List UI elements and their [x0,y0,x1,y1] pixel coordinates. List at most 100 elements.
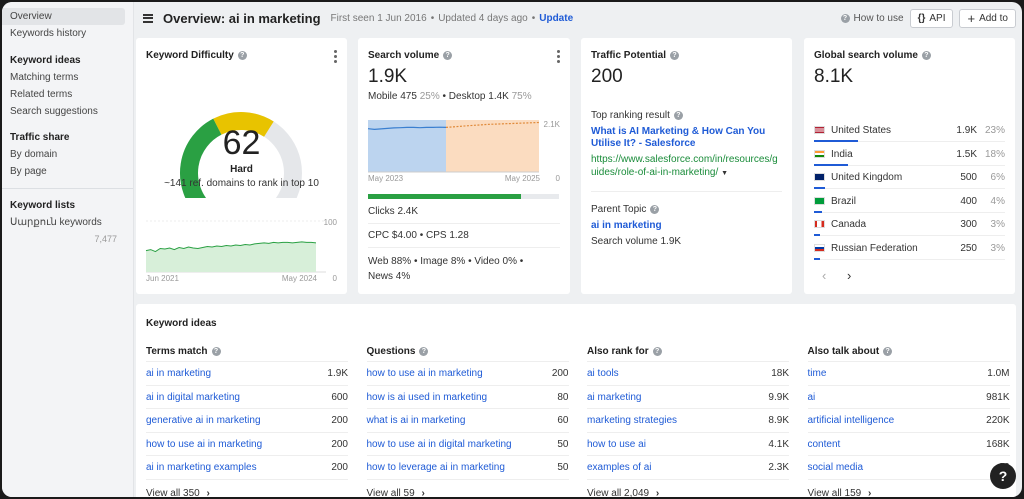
keyword-idea-row[interactable]: ai in marketing 1.9K [146,362,348,386]
api-button[interactable]: {} API [909,8,954,28]
keyword-idea-row[interactable]: artificial intelligence 220K [807,409,1010,433]
more-options-icon[interactable] [334,50,337,63]
tp-top-result-url-wrap[interactable]: https://www.salesforce.com/in/resources/… [591,153,781,180]
keyword-idea-row[interactable]: time 1.0M [807,362,1010,386]
keyword-idea-row[interactable]: ai 981K [807,386,1010,409]
keyword-idea-link[interactable]: content [808,433,841,456]
update-link[interactable]: Update [539,13,573,24]
view-all-label: View all 2,049 [587,487,650,498]
help-button[interactable]: ? [990,463,1016,489]
keyword-idea-link[interactable]: how to use ai [587,433,646,456]
keyword-idea-link[interactable]: ai in marketing [146,362,211,385]
keyword-idea-row[interactable]: generative ai in marketing 200 [146,409,348,433]
sidebar-heading-keyword-lists[interactable]: Keyword lists [2,197,133,214]
sidebar-item-search-suggestions[interactable]: Search suggestions [2,103,133,120]
sidebar-item-by-domain[interactable]: By domain [2,146,133,163]
country-row[interactable]: Russian Federation 250 3% [814,238,1005,260]
hamburger-menu-icon[interactable] [143,13,153,23]
sidebar-item-keyword-list[interactable]: Սարքուն keywords 7,477 [2,214,133,244]
add-to-button[interactable]: + Add to [959,8,1016,28]
ki-column-head: Terms match? [146,342,348,362]
keyword-idea-link[interactable]: how to use ai in marketing [146,433,262,456]
country-row[interactable]: India 1.5K 18% [814,144,1005,166]
help-circle-icon[interactable]: ? [673,111,683,120]
help-circle-icon[interactable]: ? [650,205,660,214]
keyword-idea-link[interactable]: what is ai in marketing [367,409,466,432]
help-circle-icon[interactable]: ? [921,51,931,60]
country-pct: 3% [990,242,1005,254]
keyword-idea-link[interactable]: how to use ai in digital marketing [367,433,512,456]
view-all-link[interactable]: View all 59 › [367,480,569,498]
keyword-idea-row[interactable]: examples of ai 2.3K [587,456,789,480]
keyword-idea-row[interactable]: how to leverage ai in marketing 50 [366,456,569,480]
keyword-idea-link[interactable]: generative ai in marketing [146,409,261,432]
help-circle-icon[interactable]: ? [652,347,662,356]
keyword-idea-row[interactable]: how is ai used in marketing 80 [366,386,569,409]
country-name: Brazil [831,195,857,207]
keyword-idea-row[interactable]: ai tools 18K [587,362,789,386]
keyword-idea-link[interactable]: ai in marketing examples [146,456,257,479]
keyword-idea-volume: 60 [557,415,569,426]
kd-chart-min: 0 [332,274,337,283]
keyword-idea-row[interactable]: marketing strategies 8.9K [587,409,789,433]
country-row[interactable]: United Kingdom 500 6% [814,167,1005,189]
help-circle-icon[interactable]: ? [883,347,893,356]
keyword-idea-link[interactable]: artificial intelligence [808,409,895,432]
keyword-idea-row[interactable]: social media16 [807,456,1010,480]
keyword-idea-link[interactable]: how to use ai in marketing [367,362,483,385]
sidebar-item-overview[interactable]: Overview [2,8,125,25]
help-circle-icon[interactable]: ? [237,51,247,60]
country-row[interactable]: Canada 300 3% [814,214,1005,236]
chevron-left-icon[interactable]: ‹ [822,268,826,283]
country-name: United Kingdom [831,172,903,183]
help-circle-icon[interactable]: ? [419,347,429,356]
kd-chart-max: 100 [323,218,337,227]
view-all-link[interactable]: View all 159 › [808,480,1010,498]
keyword-idea-link[interactable]: ai [808,386,816,409]
keyword-idea-row[interactable]: how to use ai in digital marketing 50 [366,433,569,456]
keyword-idea-row[interactable]: ai marketing 9.9K [587,386,789,409]
more-options-icon[interactable] [557,50,560,63]
chevron-down-icon[interactable]: ▼ [721,170,728,177]
help-circle-icon[interactable]: ? [443,51,453,60]
keyword-idea-row[interactable]: how to use ai in marketing 200 [146,433,348,456]
keyword-idea-row[interactable]: how to use ai in marketing 200 [366,362,569,386]
tp-value: 200 [591,66,623,87]
tp-parent-link[interactable]: ai in marketing [591,220,662,231]
help-circle-icon[interactable]: ? [211,347,221,356]
sidebar-item-matching-terms[interactable]: Matching terms [2,69,133,86]
keyword-idea-link[interactable]: how to leverage ai in marketing [367,456,505,479]
keyword-idea-link[interactable]: ai marketing [587,386,641,409]
country-row[interactable]: Brazil 400 4% [814,191,1005,213]
keyword-ideas-column: Questions? how to use ai in marketing 200 h… [366,342,569,498]
sidebar-item-by-page[interactable]: By page [2,163,133,180]
keyword-idea-row[interactable]: what is ai in marketing 60 [366,409,569,433]
keyword-idea-link[interactable]: ai in digital marketing [146,386,240,409]
keyword-idea-volume: 200 [331,415,348,426]
view-all-link[interactable]: View all 2,049 › [587,480,789,498]
how-to-use-link[interactable]: ? How to use [840,13,904,24]
keyword-idea-volume: 9.9K [768,391,789,403]
chevron-right-icon: › [421,487,425,498]
country-row[interactable]: United States 1.9K 23% [814,120,1005,142]
tp-top-result-title[interactable]: What is AI Marketing & How Can You Utili… [591,126,767,150]
keyword-idea-link[interactable]: ai tools [587,362,619,385]
keyword-idea-row[interactable]: ai in marketing examples 200 [146,456,348,480]
keyword-idea-link[interactable]: how is ai used in marketing [367,386,488,409]
sidebar-item-history[interactable]: Keywords history [2,25,133,42]
help-circle-icon[interactable]: ? [670,51,680,60]
keyword-idea-row[interactable]: ai in digital marketing 600 [146,386,348,409]
chevron-right-icon[interactable]: › [847,268,851,283]
sidebar-item-related-terms[interactable]: Related terms [2,86,133,103]
keyword-idea-link[interactable]: time [808,362,827,385]
keyword-idea-row[interactable]: content 168K [807,433,1010,456]
keyword-idea-row[interactable]: how to use ai 4.1K [587,433,789,456]
sv-web: Web 88% [368,256,412,267]
keyword-idea-link[interactable]: social media [808,456,864,479]
sidebar-heading-keyword-ideas[interactable]: Keyword ideas [2,52,133,69]
sidebar-heading-traffic-share[interactable]: Traffic share [2,129,133,146]
view-all-link[interactable]: View all 350 › [146,480,348,498]
keyword-idea-link[interactable]: examples of ai [587,456,651,479]
keyword-idea-link[interactable]: marketing strategies [587,409,677,432]
tp-top-result-url[interactable]: https://www.salesforce.com/in/resources/… [591,154,778,178]
